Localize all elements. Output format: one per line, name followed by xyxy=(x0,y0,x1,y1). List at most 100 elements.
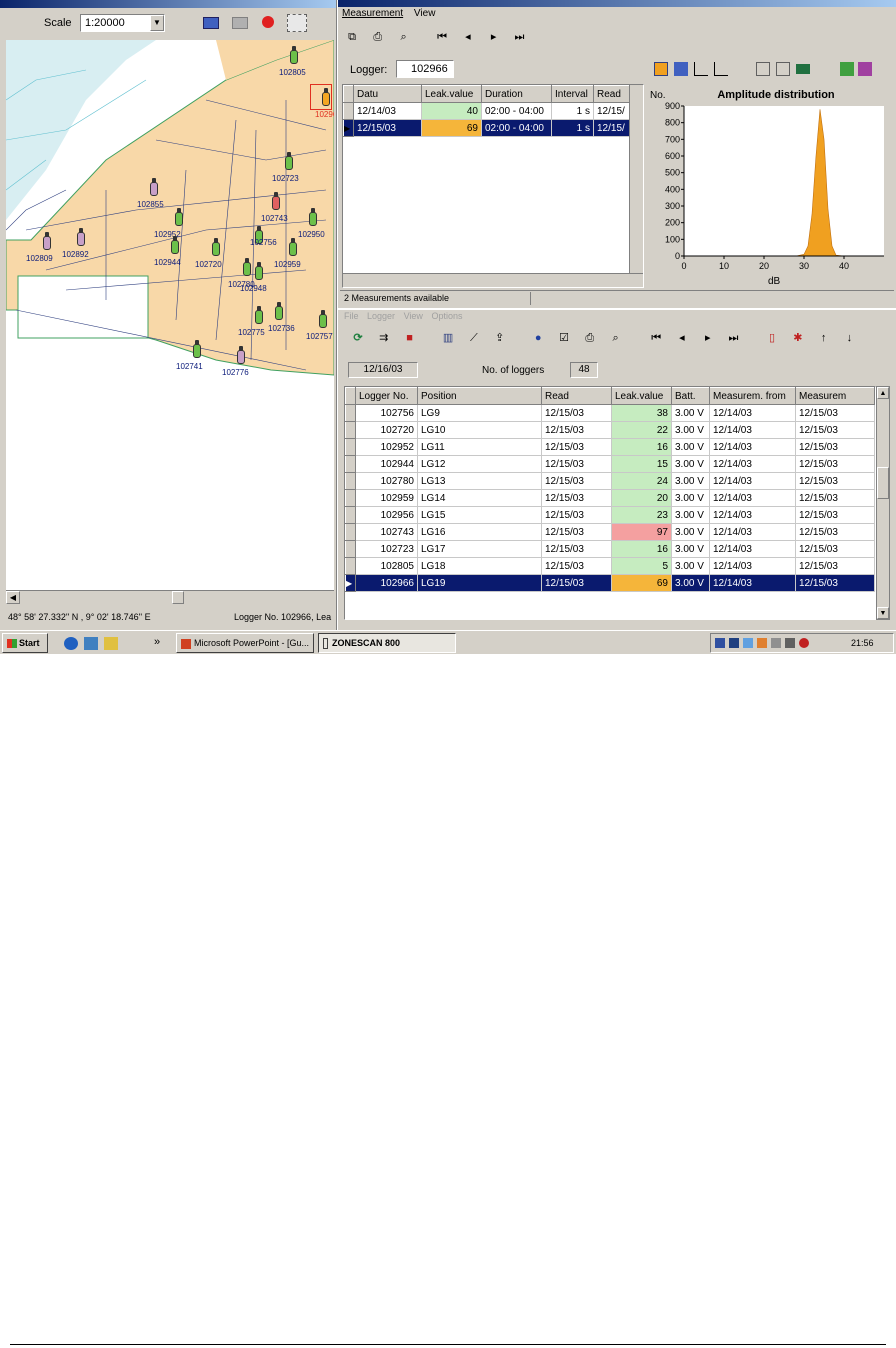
logger-marker-icon[interactable] xyxy=(76,228,86,248)
table-row[interactable]: 102956 LG15 12/15/03 23 3.00 V 12/14/03 12/15/… xyxy=(345,506,875,524)
table-row-selected[interactable]: ▶ 102966 LG19 12/15/03 69 3.00 V 12/14/03 12/15… xyxy=(345,574,875,592)
col-leak-value[interactable]: Leak.value xyxy=(611,387,672,405)
arrow-up-icon[interactable]: ↑ xyxy=(814,328,834,348)
col-date[interactable]: Datu xyxy=(353,85,422,103)
chevron-down-icon[interactable]: ▼ xyxy=(150,15,164,31)
print-icon[interactable]: ⎙ xyxy=(368,27,388,47)
scroll-thumb[interactable] xyxy=(877,467,889,499)
logger-device-icon[interactable]: ■ xyxy=(400,328,420,348)
last-record-icon[interactable]: ⏭ xyxy=(509,27,529,47)
prev-record-icon[interactable]: ◂ xyxy=(672,328,692,348)
tray-monitor-icon[interactable] xyxy=(729,638,739,648)
logger-field[interactable]: 102966 xyxy=(396,60,454,78)
read-icon[interactable]: ⇉ xyxy=(374,328,394,348)
record-icon[interactable] xyxy=(262,16,274,28)
logger-marker-icon[interactable] xyxy=(254,306,264,326)
task-zonescan[interactable]: ZONESCAN 800 xyxy=(318,633,456,653)
last-record-icon[interactable]: ⏭ xyxy=(724,328,744,348)
table-row[interactable]: 102952 LG11 12/15/03 16 3.00 V 12/14/03 12/15/… xyxy=(345,438,875,456)
quicklaunch-app-icon[interactable] xyxy=(104,637,118,650)
logger-marker-icon[interactable] xyxy=(192,340,202,360)
col-meas-to[interactable]: Measurem xyxy=(795,387,875,405)
quicklaunch-overflow[interactable]: » xyxy=(154,636,160,648)
line-chart-icon[interactable] xyxy=(694,62,708,76)
checklist-icon[interactable]: ☑ xyxy=(554,328,574,348)
print-icon[interactable]: ⎙ xyxy=(580,328,600,348)
area-chart-icon[interactable] xyxy=(654,62,668,76)
logger-marker-icon[interactable] xyxy=(284,152,294,172)
table-row[interactable]: 102723 LG17 12/15/03 16 3.00 V 12/14/03 12/15/… xyxy=(345,540,875,558)
table-row-selected[interactable]: ▶ 12/15/03 69 02:00 - 04:00 1 s 12/15/ xyxy=(343,119,633,137)
tray-printer-icon[interactable] xyxy=(771,638,781,648)
logger-marker-icon[interactable] xyxy=(174,208,184,228)
quicklaunch-ie-icon[interactable] xyxy=(64,637,78,650)
logger-icon[interactable]: ▯ xyxy=(762,328,782,348)
task-powerpoint[interactable]: Microsoft PowerPoint - [Gu... xyxy=(176,633,314,653)
first-record-icon[interactable]: ⏮ xyxy=(646,328,666,348)
measurement-vscroll[interactable] xyxy=(629,85,643,275)
logger-marker-icon[interactable] xyxy=(149,178,159,198)
upload-icon[interactable]: ⇪ xyxy=(490,328,510,348)
copy-icon[interactable]: ⧉ xyxy=(342,27,362,47)
tray-app-icon[interactable] xyxy=(743,638,753,648)
line-chart-icon[interactable]: ⟋ xyxy=(464,328,484,348)
col-leak[interactable]: Leak.value xyxy=(421,85,482,103)
tray-sync-icon[interactable] xyxy=(757,638,767,648)
first-record-icon[interactable]: ⏮ xyxy=(432,27,452,47)
export-icon[interactable] xyxy=(840,62,854,76)
col-meas-from[interactable]: Measurem. from xyxy=(709,387,796,405)
table-row[interactable]: 12/14/03 40 02:00 - 04:00 1 s 12/15/ xyxy=(343,102,633,120)
logger-marker-icon[interactable] xyxy=(170,236,180,256)
arrow-down-icon[interactable]: ↓ xyxy=(839,328,859,348)
next-record-icon[interactable]: ▸ xyxy=(698,328,718,348)
col-battery[interactable]: Batt. xyxy=(671,387,710,405)
col-read[interactable]: Read xyxy=(593,85,633,103)
bar-chart-icon[interactable] xyxy=(674,62,688,76)
scroll-left-icon[interactable]: ◀ xyxy=(6,591,20,604)
scroll-down-icon[interactable]: ▼ xyxy=(877,607,889,619)
bar-chart-icon[interactable]: ▥ xyxy=(438,328,458,348)
zoom-icon[interactable]: ⌕ xyxy=(606,328,626,348)
grid-view-icon[interactable] xyxy=(203,17,219,29)
table-row[interactable]: 102944 LG12 12/15/03 15 3.00 V 12/14/03 12/15/… xyxy=(345,455,875,473)
menu-measurement[interactable]: Measurement xyxy=(342,8,403,19)
logger-marker-icon[interactable] xyxy=(271,192,281,212)
map-hscroll[interactable]: ◀ xyxy=(6,590,334,604)
globe-icon[interactable]: ● xyxy=(528,328,548,348)
prev-record-icon[interactable]: ◂ xyxy=(458,27,478,47)
logger-marker-icon[interactable] xyxy=(274,302,284,322)
logger-marker-icon[interactable] xyxy=(289,46,299,66)
curve-chart-icon[interactable] xyxy=(714,62,728,76)
col-interval[interactable]: Interval xyxy=(551,85,594,103)
list-view-icon[interactable] xyxy=(776,62,790,76)
col-position[interactable]: Position xyxy=(417,387,542,405)
import-icon[interactable] xyxy=(858,62,872,76)
scroll-up-icon[interactable]: ▲ xyxy=(877,387,889,399)
meter-icon[interactable] xyxy=(796,64,810,74)
menu-file[interactable]: File xyxy=(344,311,359,321)
table-row[interactable]: 102780 LG13 12/15/03 24 3.00 V 12/14/03 12/15/… xyxy=(345,472,875,490)
menu-options[interactable]: Options xyxy=(431,311,462,321)
menu-view[interactable]: View xyxy=(414,8,436,19)
zoom-icon[interactable]: ⌕ xyxy=(394,27,414,47)
start-button[interactable]: Start xyxy=(2,633,48,653)
logger-marker-icon[interactable] xyxy=(321,88,331,108)
layer-icon[interactable] xyxy=(232,17,248,29)
logger-marker-icon[interactable] xyxy=(242,258,252,278)
refresh-icon[interactable]: ⟳ xyxy=(348,328,368,348)
col-read[interactable]: Read xyxy=(541,387,612,405)
table-row[interactable]: 102756 LG9 12/15/03 38 3.00 V 12/14/03 12/15/0… xyxy=(345,404,875,422)
scale-select[interactable]: 1:20000 ▼ xyxy=(80,14,165,32)
table-row[interactable]: 102805 LG18 12/15/03 5 3.00 V 12/14/03 12/15/0… xyxy=(345,557,875,575)
col-logger-no[interactable]: Logger No. xyxy=(355,387,418,405)
logger-marker-icon[interactable] xyxy=(42,232,52,252)
loggers-vscroll[interactable]: ▲ ▼ xyxy=(876,386,890,620)
logger-alarm-icon[interactable]: ✱ xyxy=(788,328,808,348)
menu-logger[interactable]: Logger xyxy=(367,311,395,321)
next-record-icon[interactable]: ▸ xyxy=(484,27,504,47)
table-row[interactable]: 102959 LG14 12/15/03 20 3.00 V 12/14/03 12/15/… xyxy=(345,489,875,507)
scroll-thumb[interactable] xyxy=(172,591,184,604)
logger-marker-icon[interactable] xyxy=(211,238,221,258)
table-row[interactable]: 102720 LG10 12/15/03 22 3.00 V 12/14/03 12/15/… xyxy=(345,421,875,439)
logger-marker-icon[interactable] xyxy=(318,310,328,330)
